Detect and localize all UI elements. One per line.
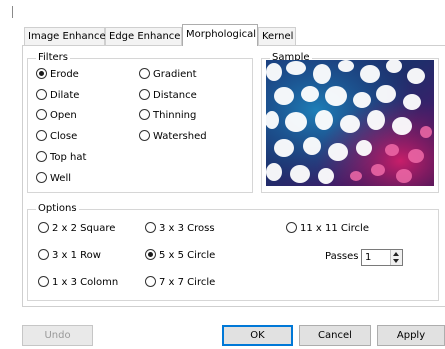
tab-image-enhance[interactable]: Image Enhance: [24, 27, 106, 45]
radio-label: Watershed: [153, 131, 207, 142]
radio-well[interactable]: Well: [36, 172, 71, 186]
radio-top-hat[interactable]: Top hat: [36, 151, 86, 165]
passes-spinner[interactable]: 1: [361, 249, 403, 266]
radio-label: 11 x 11 Circle: [300, 223, 369, 234]
radio-7x7-circle[interactable]: 7 x 7 Circle: [145, 276, 215, 290]
options-legend: Options: [36, 202, 79, 216]
radio-label: Close: [50, 131, 78, 142]
radio-circle: [38, 222, 49, 233]
radio-3x3-cross[interactable]: 3 x 3 Cross: [145, 222, 215, 236]
radio-label: 2 x 2 Square: [52, 223, 116, 234]
radio-11x11-circle[interactable]: 11 x 11 Circle: [286, 222, 369, 236]
radio-circle: [139, 109, 150, 120]
radio-label: 7 x 7 Circle: [159, 277, 216, 288]
radio-label: 5 x 5 Circle: [159, 250, 216, 261]
cancel-button[interactable]: Cancel: [299, 325, 371, 346]
arrow-down-icon[interactable]: [393, 259, 399, 263]
passes-label: Passes: [325, 251, 359, 262]
radio-2x2-square[interactable]: 2 x 2 Square: [38, 222, 115, 236]
radio-label: 1 x 3 Colomn: [52, 277, 119, 288]
radio-erode[interactable]: Erode: [36, 68, 79, 82]
radio-circle: [139, 130, 150, 141]
radio-3x1-row[interactable]: 3 x 1 Row: [38, 249, 101, 263]
window-edge-tick: [12, 6, 13, 18]
radio-1x3-column[interactable]: 1 x 3 Colomn: [38, 276, 118, 290]
radio-open[interactable]: Open: [36, 109, 77, 123]
radio-5x5-circle[interactable]: 5 x 5 Circle: [145, 249, 215, 263]
radio-circle: [139, 68, 150, 79]
radio-circle: [38, 276, 49, 287]
ok-button[interactable]: OK: [222, 325, 293, 346]
radio-label: Distance: [153, 90, 197, 101]
radio-circle: [36, 89, 47, 100]
radio-thinning[interactable]: Thinning: [139, 109, 196, 123]
passes-value[interactable]: 1: [365, 250, 371, 265]
tab-edge-enhance[interactable]: Edge Enhance: [105, 27, 182, 45]
radio-circle: [286, 222, 297, 233]
radio-gradient[interactable]: Gradient: [139, 68, 197, 82]
radio-circle: [139, 89, 150, 100]
apply-button[interactable]: Apply: [377, 325, 445, 346]
radio-watershed[interactable]: Watershed: [139, 130, 207, 144]
radio-circle: [36, 172, 47, 183]
radio-close[interactable]: Close: [36, 130, 77, 144]
filters-legend: Filters: [36, 51, 70, 65]
radio-label: Gradient: [153, 69, 197, 80]
radio-circle: [36, 109, 47, 120]
sample-image: [266, 60, 434, 186]
radio-label: Well: [50, 173, 72, 184]
radio-label: Thinning: [153, 110, 197, 121]
arrow-up-icon[interactable]: [393, 252, 399, 256]
radio-dilate[interactable]: Dilate: [36, 89, 79, 103]
tab-kernel[interactable]: Kernel: [258, 27, 296, 45]
radio-circle: [36, 68, 47, 79]
radio-label: Erode: [50, 69, 79, 80]
radio-label: 3 x 3 Cross: [159, 223, 215, 234]
spinner-buttons[interactable]: [390, 250, 402, 265]
radio-label: Open: [50, 110, 77, 121]
radio-circle: [145, 249, 156, 260]
radio-distance[interactable]: Distance: [139, 89, 197, 103]
radio-circle: [145, 222, 156, 233]
radio-label: Dilate: [50, 90, 80, 101]
radio-label: 3 x 1 Row: [52, 250, 101, 261]
radio-circle: [36, 130, 47, 141]
undo-button[interactable]: Undo: [22, 325, 93, 346]
radio-circle: [36, 151, 47, 162]
radio-circle: [38, 249, 49, 260]
radio-circle: [145, 276, 156, 287]
tab-morphological[interactable]: Morphological: [182, 24, 258, 46]
radio-label: Top hat: [50, 152, 87, 163]
